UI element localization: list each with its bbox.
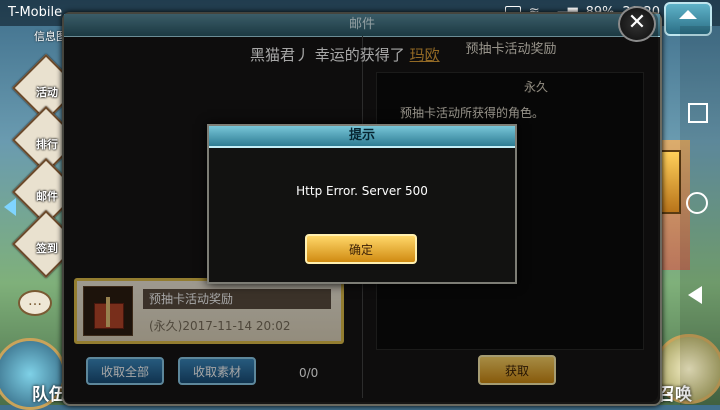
expand-left-icon[interactable] [4, 198, 16, 216]
sidebar-item-ranking[interactable]: 排行 [30, 136, 64, 152]
home-circle-icon[interactable] [686, 192, 708, 214]
carrier-label: T-Mobile [8, 5, 63, 20]
sidebar-item-activity[interactable]: 活动 [30, 84, 64, 100]
ok-button[interactable]: 确定 [305, 234, 417, 264]
chat-icon[interactable]: … [18, 290, 52, 316]
sidebar-item-mail[interactable]: 邮件 [30, 188, 64, 204]
dialog-message: Http Error. Server 500 [296, 184, 428, 198]
close-icon[interactable]: ✕ [618, 6, 656, 42]
back-icon[interactable] [688, 286, 702, 304]
sidebar-item-checkin[interactable]: 签到 [30, 240, 64, 256]
error-dialog: 提示 Http Error. Server 500 确定 [207, 124, 517, 284]
recents-icon[interactable] [688, 103, 708, 123]
dialog-title: 提示 [209, 126, 515, 148]
team-label[interactable]: 队伍 [32, 380, 66, 405]
